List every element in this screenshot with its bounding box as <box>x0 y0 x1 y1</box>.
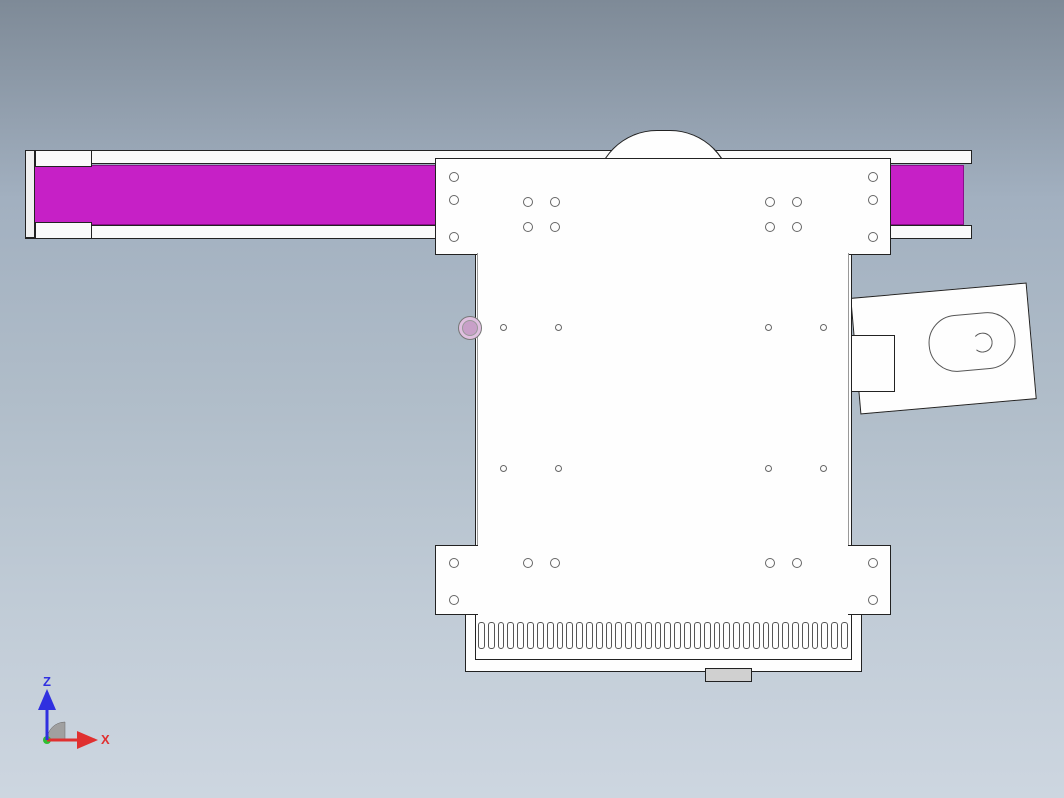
bolt-hole <box>550 222 560 232</box>
main-body-plate <box>475 158 852 660</box>
bolt-hole-small <box>820 324 827 331</box>
model-render <box>0 0 1064 798</box>
body-edge-right <box>848 253 849 545</box>
bolt-hole-small <box>500 324 507 331</box>
bolt-hole <box>792 197 802 207</box>
bolt-hole-small <box>765 324 772 331</box>
bolt-hole <box>550 197 560 207</box>
bolt-hole <box>868 195 878 205</box>
left-knob-inner <box>462 320 478 336</box>
bolt-hole-small <box>820 465 827 472</box>
bolt-hole <box>550 558 560 568</box>
x-axis-label: X <box>101 732 110 747</box>
coordinate-triad[interactable]: X Z <box>35 678 115 758</box>
bolt-hole <box>765 222 775 232</box>
rail-left-bracket-top <box>35 150 92 167</box>
bolt-hole <box>449 558 459 568</box>
bolt-hole <box>523 558 533 568</box>
bolt-hole <box>449 232 459 242</box>
rail-left-endcap <box>25 150 35 238</box>
body-tab-bottom-right <box>848 545 891 615</box>
bolt-hole-small <box>765 465 772 472</box>
bolt-hole <box>792 222 802 232</box>
cad-viewport[interactable]: X Z <box>0 0 1064 798</box>
right-connector-block <box>848 335 895 392</box>
bolt-hole <box>792 558 802 568</box>
body-tab-bottom-left <box>435 545 478 615</box>
bolt-hole <box>449 195 459 205</box>
bolt-hole <box>868 232 878 242</box>
z-axis-label: Z <box>43 674 51 689</box>
bolt-hole <box>868 558 878 568</box>
bolt-hole <box>765 558 775 568</box>
bolt-hole <box>523 197 533 207</box>
bolt-hole-small <box>500 465 507 472</box>
bolt-hole <box>765 197 775 207</box>
bolt-hole <box>449 172 459 182</box>
bottom-tab <box>705 668 752 682</box>
vent-slots <box>478 622 848 647</box>
bolt-hole-small <box>555 324 562 331</box>
bolt-hole <box>523 222 533 232</box>
bolt-hole <box>449 595 459 605</box>
bolt-hole <box>868 172 878 182</box>
body-edge-left <box>477 253 478 545</box>
rail-left-bracket-bottom <box>35 222 92 239</box>
bolt-hole <box>868 595 878 605</box>
bolt-hole-small <box>555 465 562 472</box>
